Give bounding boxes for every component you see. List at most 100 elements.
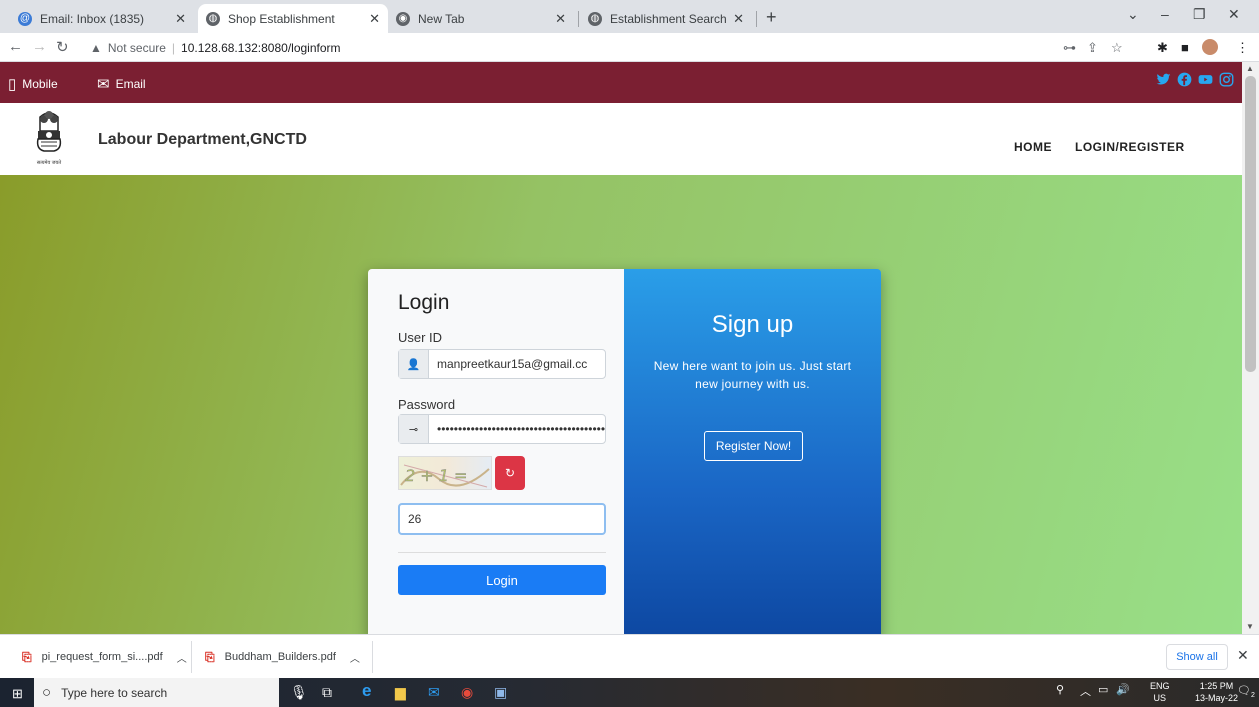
download-item[interactable]: ⎘ pi_request_form_si....pdf ︿ xyxy=(22,635,187,679)
browser-tab-new-tab[interactable]: ◉ New Tab ✕ xyxy=(388,4,574,33)
userid-input[interactable]: manpreetkaur15a@gmail.cc xyxy=(429,350,605,378)
browser-tab-strip: @ Email: Inbox (1835) ✕ ◍ Shop Establish… xyxy=(0,0,1259,33)
reload-icon[interactable]: ↻ xyxy=(56,38,69,56)
mobile-contact-link[interactable]: ▯ Mobile xyxy=(8,75,58,93)
password-input-group[interactable]: ⊸ ••••••••••••••••••••••••••••••••••••••… xyxy=(398,414,606,444)
signup-heading: Sign up xyxy=(711,311,794,338)
download-item[interactable]: ⎘ Buddham_Builders.pdf ︿ xyxy=(205,635,360,679)
twitter-bird-glyph xyxy=(1156,73,1171,85)
login-button[interactable]: Login xyxy=(398,565,606,595)
department-title[interactable]: Labour Department,GNCTD xyxy=(98,131,307,149)
captcha-text: 2 + 1 = xyxy=(405,466,467,485)
address-bar: ← → ↻ ▲ Not secure | 10.128.68.132:8080/… xyxy=(0,33,1259,62)
scroll-down-arrow-icon[interactable]: ▼ xyxy=(1246,622,1254,631)
language-indicator[interactable]: ENG US xyxy=(1150,680,1170,704)
search-placeholder: Type here to search xyxy=(61,685,168,700)
chevron-up-icon[interactable]: ︿ xyxy=(350,650,360,665)
speaker-volume-icon[interactable]: 🔊 xyxy=(1116,683,1130,696)
taskbar-search-box[interactable]: ○ Type here to search xyxy=(34,678,279,707)
windows-start-icon[interactable]: ⊞ xyxy=(12,686,23,702)
close-window-icon[interactable]: ✕ xyxy=(1228,6,1240,23)
tray-chevron-up-icon[interactable]: ︿ xyxy=(1080,683,1091,699)
captcha-answer-input[interactable]: 26 xyxy=(398,503,606,535)
userid-input-group[interactable]: 👤 manpreetkaur15a@gmail.cc xyxy=(398,349,606,379)
key-icon[interactable]: ⊶ xyxy=(1063,40,1076,56)
youtube-icon[interactable] xyxy=(1197,72,1214,89)
site-contact-bar: ▯ Mobile ✉ Email xyxy=(0,62,1242,103)
close-tab-icon[interactable]: ✕ xyxy=(733,11,744,27)
tab-search-chevron-icon[interactable]: ⌄ xyxy=(1127,6,1139,23)
facebook-icon[interactable] xyxy=(1176,72,1193,89)
hero-section: Login User ID 👤 manpreetkaur15a@gmail.cc… xyxy=(0,175,1242,634)
download-filename: Buddham_Builders.pdf xyxy=(224,651,336,663)
show-all-downloads-button[interactable]: Show all xyxy=(1166,644,1228,670)
instagram-icon[interactable] xyxy=(1218,72,1235,89)
mail-icon: @ xyxy=(18,11,32,26)
captcha-noise: 2 + 1 = xyxy=(400,464,490,488)
download-filename: pi_request_form_si....pdf xyxy=(41,651,163,663)
clock-date: 13-May-22 xyxy=(1195,693,1239,703)
download-separator xyxy=(372,641,373,673)
email-contact-link[interactable]: ✉ Email xyxy=(97,75,146,93)
restore-icon[interactable]: ❐ xyxy=(1193,6,1206,23)
close-tab-icon[interactable]: ✕ xyxy=(555,11,566,27)
key-icon: ⊸ xyxy=(399,415,429,443)
new-tab-button[interactable]: + xyxy=(766,7,777,28)
close-downloads-icon[interactable]: ✕ xyxy=(1237,647,1249,664)
security-label[interactable]: Not secure xyxy=(108,41,166,55)
password-input[interactable]: •••••••••••••••••••••••••••••••••••••••• xyxy=(429,415,605,443)
warning-icon[interactable]: ▲ xyxy=(90,41,102,55)
share-icon[interactable]: ⇪ xyxy=(1087,40,1098,56)
nav-home-link[interactable]: HOME xyxy=(1014,140,1052,154)
tab-title: Shop Establishment xyxy=(228,11,335,26)
task-view-icon[interactable]: ⧉ xyxy=(322,684,332,701)
scrollbar-thumb[interactable] xyxy=(1245,76,1256,372)
register-now-button[interactable]: Register Now! xyxy=(704,431,803,461)
forward-arrow-icon[interactable]: → xyxy=(32,38,47,55)
url-text[interactable]: 10.128.68.132:8080/loginform xyxy=(181,41,340,55)
edge-browser-icon[interactable]: e xyxy=(362,681,371,701)
back-arrow-icon[interactable]: ← xyxy=(8,38,23,55)
chrome-icon: ◉ xyxy=(396,11,410,26)
instagram-glyph xyxy=(1219,72,1234,87)
refresh-icon: ↻ xyxy=(504,466,516,480)
browser-tab-establishment-search[interactable]: ◍ Establishment Search Result ✕ xyxy=(580,4,752,33)
scroll-up-arrow-icon[interactable]: ▲ xyxy=(1246,64,1254,73)
nav-login-register-link[interactable]: LOGIN/REGISTER xyxy=(1075,140,1185,154)
windows-taskbar: ⊞ ○ Type here to search 🎙 ⧉ e ▆ ✉ ◉ ▣ ⚲ … xyxy=(0,678,1259,707)
close-tab-icon[interactable]: ✕ xyxy=(369,11,380,27)
chevron-up-icon[interactable]: ︿ xyxy=(177,650,187,665)
network-icon[interactable]: ▭ xyxy=(1098,683,1108,696)
file-explorer-icon[interactable]: ▆ xyxy=(395,684,406,701)
url-separator: | xyxy=(171,40,176,55)
browser-tab-email[interactable]: @ Email: Inbox (1835) ✕ xyxy=(10,4,194,33)
taskbar-clock[interactable]: 1:25 PM 13-May-22 xyxy=(1195,680,1238,704)
close-tab-icon[interactable]: ✕ xyxy=(175,11,186,27)
profile-avatar-icon[interactable] xyxy=(1202,39,1218,55)
user-icon: 👤 xyxy=(399,350,429,378)
userid-label: User ID xyxy=(398,330,443,345)
people-icon[interactable]: ⚲ xyxy=(1056,683,1064,696)
menu-kebab-icon[interactable]: ⋮ xyxy=(1236,40,1249,56)
mail-app-icon[interactable]: ✉ xyxy=(428,684,440,701)
pdf-file-icon: ⎘ xyxy=(22,649,32,664)
microphone-icon[interactable]: 🎙 xyxy=(290,684,308,701)
extensions-puzzle-icon[interactable]: ✱ xyxy=(1157,40,1168,56)
url-field[interactable]: ▲ Not secure | 10.128.68.132:8080/loginf… xyxy=(90,36,1180,59)
browser-tab-shop-establishment[interactable]: ◍ Shop Establishment ✕ xyxy=(198,4,388,33)
side-panel-icon[interactable]: ■ xyxy=(1181,40,1189,55)
captcha-refresh-button[interactable]: ↻ xyxy=(495,456,525,490)
twitter-icon[interactable] xyxy=(1155,72,1172,89)
mobile-phone-icon: ▯ xyxy=(8,76,17,93)
signup-panel: Sign up New here want to join us. Just s… xyxy=(624,269,881,634)
bookmark-star-icon[interactable]: ☆ xyxy=(1111,40,1123,56)
page-scrollbar[interactable]: ▲ ▼ xyxy=(1242,62,1259,634)
notification-count: 2 xyxy=(1250,692,1255,700)
tab-title: New Tab xyxy=(418,11,465,26)
office-app-icon[interactable]: ▣ xyxy=(494,684,507,701)
minimize-icon[interactable]: – xyxy=(1161,6,1169,22)
chrome-app-icon[interactable]: ◉ xyxy=(461,684,473,701)
lang-code: ENG xyxy=(1150,681,1170,691)
national-emblem-logo[interactable]: सत्यमेव जयते xyxy=(30,109,68,171)
notifications-icon[interactable]: 🗨2 xyxy=(1237,684,1255,699)
